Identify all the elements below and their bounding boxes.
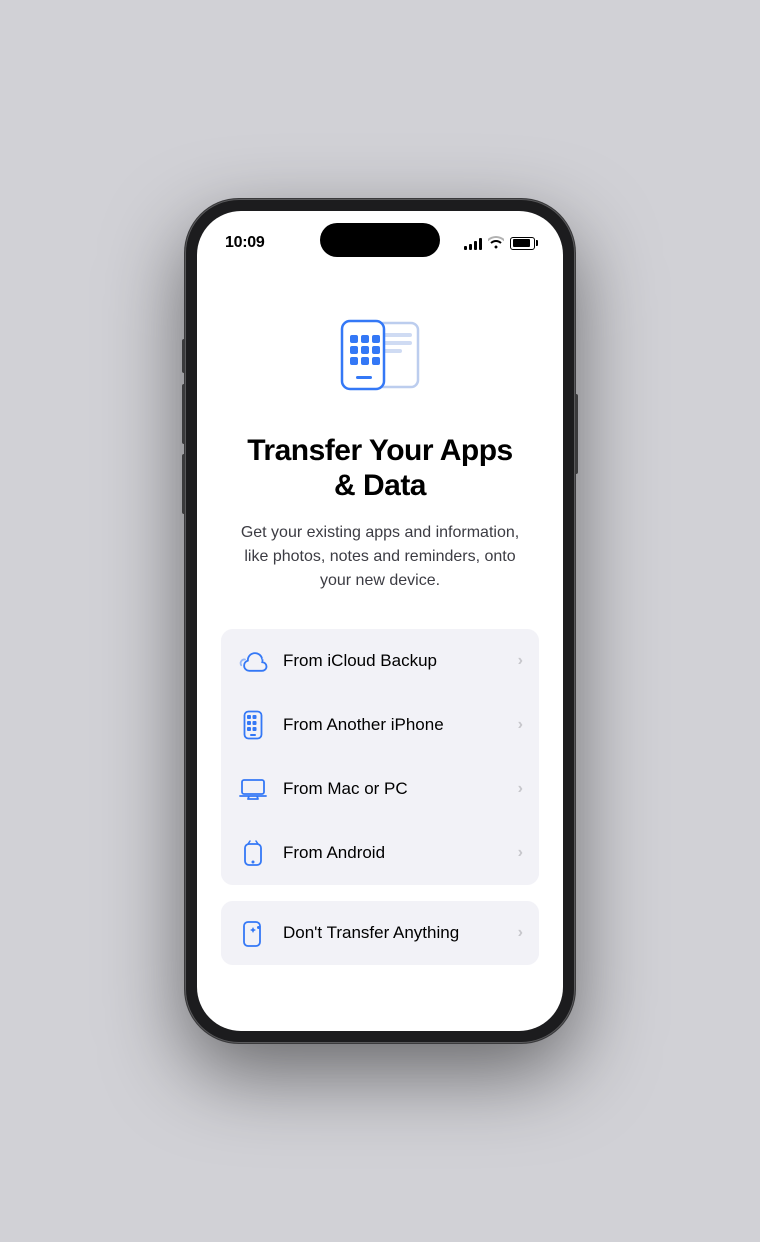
options-list: From iCloud Backup › bbox=[221, 629, 539, 885]
status-time: 10:09 bbox=[225, 234, 264, 252]
battery-icon bbox=[510, 237, 535, 250]
option-iphone[interactable]: From Another iPhone › bbox=[221, 693, 539, 757]
iphone-chevron: › bbox=[518, 716, 523, 734]
android-label: From Android bbox=[283, 843, 518, 863]
iphone-icon bbox=[237, 709, 269, 741]
cloud-icon bbox=[237, 645, 269, 677]
phone-frame: 10:09 bbox=[185, 199, 575, 1043]
page-subtitle: Get your existing apps and information, … bbox=[221, 521, 539, 593]
volume-up-button[interactable] bbox=[182, 384, 185, 444]
laptop-icon bbox=[237, 773, 269, 805]
status-icons bbox=[464, 235, 535, 252]
no-transfer-label: Don't Transfer Anything bbox=[283, 923, 518, 943]
android-chevron: › bbox=[518, 844, 523, 862]
power-button[interactable] bbox=[575, 394, 578, 474]
option-no-transfer[interactable]: Don't Transfer Anything › bbox=[221, 901, 539, 965]
option-icloud[interactable]: From iCloud Backup › bbox=[221, 629, 539, 693]
iphone-label: From Another iPhone bbox=[283, 715, 518, 735]
mac-pc-label: From Mac or PC bbox=[283, 779, 518, 799]
option-android[interactable]: From Android › bbox=[221, 821, 539, 885]
signal-icon bbox=[464, 236, 482, 250]
icloud-chevron: › bbox=[518, 652, 523, 670]
wifi-icon bbox=[488, 235, 504, 252]
page-title: Transfer Your Apps& Data bbox=[247, 434, 513, 503]
option-mac-pc[interactable]: From Mac or PC › bbox=[221, 757, 539, 821]
dynamic-island bbox=[320, 223, 440, 257]
transfer-illustration bbox=[330, 311, 430, 406]
no-transfer-chevron: › bbox=[518, 924, 523, 942]
android-icon bbox=[237, 837, 269, 869]
options-list-bottom: Don't Transfer Anything › bbox=[221, 901, 539, 965]
icloud-label: From iCloud Backup bbox=[283, 651, 518, 671]
sparkle-phone-icon bbox=[237, 917, 269, 949]
phone-screen: 10:09 bbox=[197, 211, 563, 1031]
mac-pc-chevron: › bbox=[518, 780, 523, 798]
main-content: Transfer Your Apps& Data Get your existi… bbox=[197, 261, 563, 1031]
volume-down-button[interactable] bbox=[182, 454, 185, 514]
